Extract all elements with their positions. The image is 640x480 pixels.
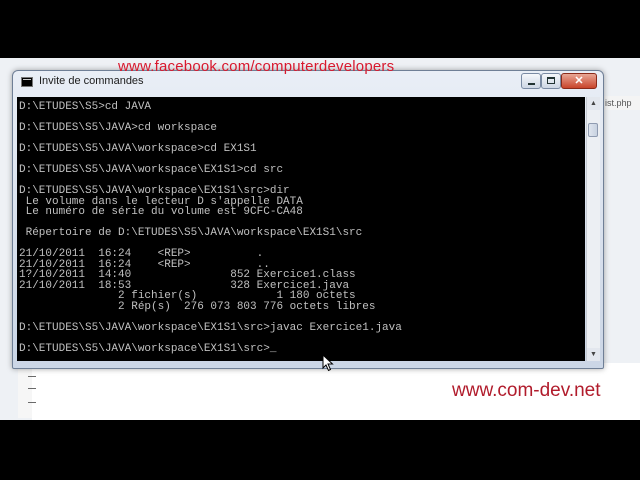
- maximize-icon: [547, 77, 555, 84]
- gutter-mark: [28, 402, 36, 403]
- console-line: Répertoire de D:\ETUDES\S5\JAVA\workspac…: [25, 227, 363, 239]
- console-line: 2 Rép(s) 276 073 803 776 octets libres: [118, 300, 376, 313]
- console-output[interactable]: D:\ETUDES\S5>cd JAVA D:\ETUDES\S5\JAVA>c…: [17, 97, 585, 361]
- command-prompt-window[interactable]: Invite de commandes ✕ D:\ETUDES\S5>cd JA…: [12, 70, 604, 369]
- console-line: D:\ETUDES\S5\JAVA\workspace\EX1S1\src>ja…: [19, 321, 402, 334]
- vertical-scrollbar[interactable]: ▲ ▼: [586, 97, 600, 361]
- background-editor-tab[interactable]: ist.php: [600, 96, 640, 110]
- console-line: D:\ETUDES\S5\JAVA\workspace\EX1S1>cd src: [19, 164, 284, 176]
- console-line: Le numéro de série du volume est 9CFC-CA…: [25, 206, 303, 218]
- scroll-up-icon[interactable]: ▲: [587, 97, 600, 110]
- gutter-mark: [28, 388, 36, 389]
- close-button[interactable]: ✕: [561, 73, 597, 89]
- console-line: D:\ETUDES\S5\JAVA\workspace>cd EX1S1: [19, 143, 257, 155]
- site-watermark: www.com-dev.net: [452, 380, 601, 401]
- console-line: D:\ETUDES\S5\JAVA>cd workspace: [19, 122, 218, 134]
- minimize-icon: [528, 83, 535, 85]
- scrollbar-thumb[interactable]: [588, 123, 598, 137]
- maximize-button[interactable]: [541, 73, 561, 89]
- console-line: D:\ETUDES\S5\JAVA\workspace\EX1S1\src>_: [19, 342, 277, 355]
- window-title: Invite de commandes: [39, 75, 144, 87]
- gutter-mark: [28, 376, 36, 377]
- cmd-icon: [21, 77, 33, 87]
- minimize-button[interactable]: [521, 73, 541, 89]
- scroll-down-icon[interactable]: ▼: [587, 348, 600, 361]
- facebook-watermark: www.facebook.com/computerdevelopers: [118, 58, 395, 75]
- mouse-pointer-icon: [322, 354, 334, 372]
- console-text: D:\ETUDES\S5>cd JAVA D:\ETUDES\S5\JAVA>c…: [17, 97, 585, 355]
- close-icon: ✕: [574, 75, 584, 87]
- console-line: D:\ETUDES\S5>cd JAVA: [19, 101, 152, 113]
